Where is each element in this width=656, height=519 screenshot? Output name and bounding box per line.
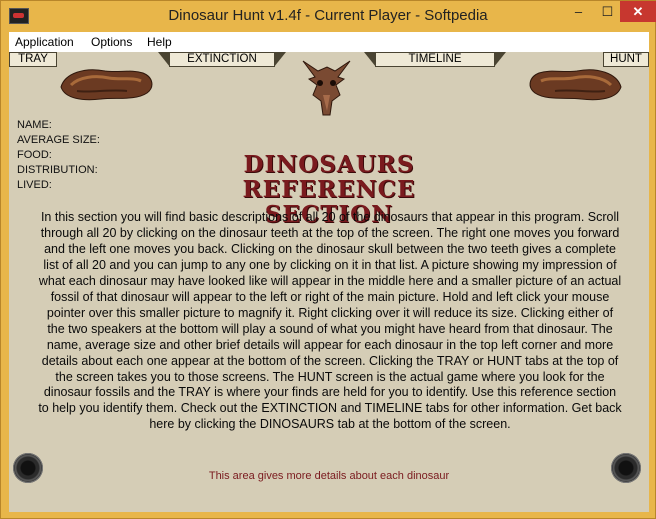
previous-tooth-icon[interactable]	[57, 63, 157, 103]
food-label: FOOD:	[17, 149, 52, 161]
dinosaur-skull-icon[interactable]	[299, 55, 354, 117]
menu-options[interactable]: Options	[91, 35, 132, 49]
title-bar[interactable]: Dinosaur Hunt v1.4f - Current Player - S…	[1, 1, 656, 32]
menu-help[interactable]: Help	[147, 35, 172, 49]
next-tooth-icon[interactable]	[525, 63, 625, 103]
heading-line-1: DINOSAURS	[243, 151, 415, 178]
details-footer: This area gives more details about each …	[208, 470, 450, 482]
description-text: In this section you will find basic desc…	[38, 210, 622, 432]
tab-timeline[interactable]: TIMELINE	[364, 52, 506, 67]
tab-tray[interactable]: TRAY	[9, 52, 57, 67]
dinosaur-info: NAME: AVERAGE SIZE: FOOD: DISTRIBUTION: …	[17, 118, 157, 193]
maximize-button[interactable]: ☐	[593, 1, 622, 22]
window-title: Dinosaur Hunt v1.4f - Current Player - S…	[168, 7, 488, 24]
tab-extinction[interactable]: EXTINCTION	[158, 52, 286, 67]
name-label: NAME:	[17, 119, 52, 131]
minimize-button[interactable]: –	[564, 1, 593, 22]
close-button[interactable]: ✕	[620, 1, 656, 22]
app-window: Dinosaur Hunt v1.4f - Current Player - S…	[0, 0, 656, 519]
menu-application[interactable]: Application	[15, 35, 74, 49]
reference-screen: TRAY EXTINCTION TIMELINE HUNT NAME: AVER…	[9, 52, 649, 512]
lived-label: LIVED:	[17, 179, 52, 191]
menu-bar: Application Options Help	[9, 32, 649, 52]
distribution-label: DISTRIBUTION:	[17, 164, 98, 176]
average-size-label: AVERAGE SIZE:	[17, 134, 100, 146]
